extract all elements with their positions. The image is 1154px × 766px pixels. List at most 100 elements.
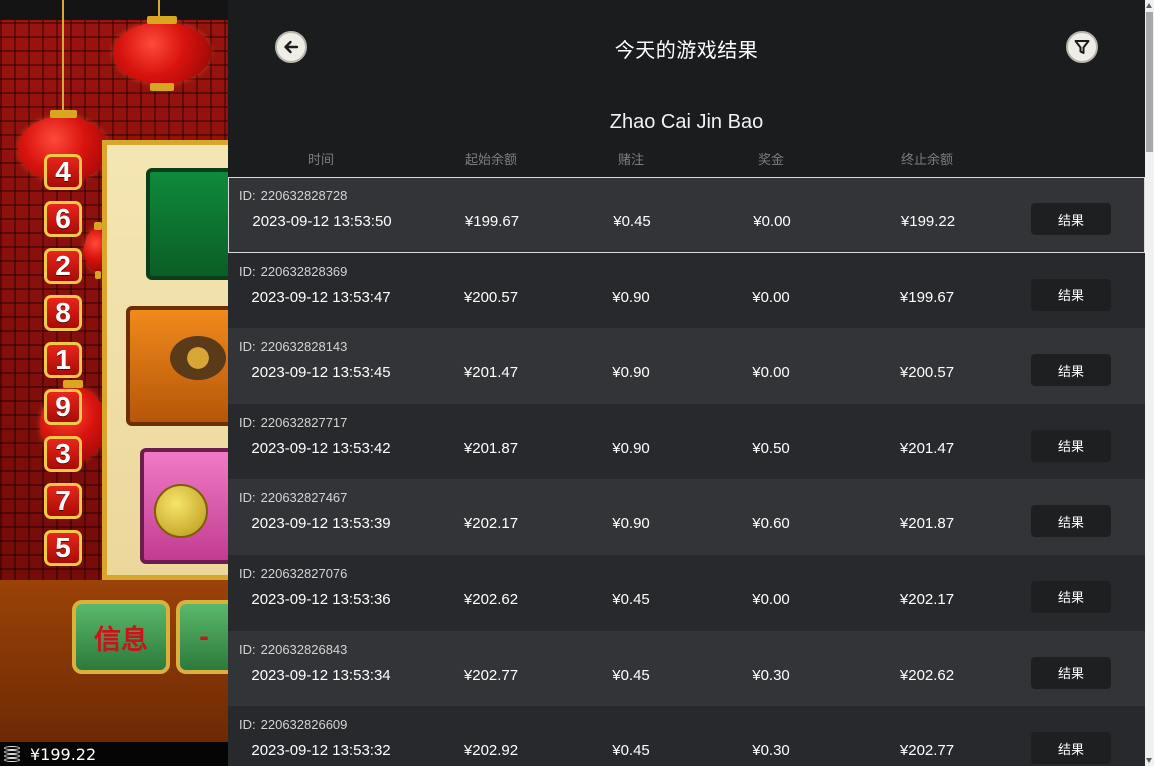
payline-number: 3 (44, 436, 82, 472)
column-headers: 时间 起始余额 赌注 奖金 终止余额 (228, 146, 1145, 168)
cell-time: 2023-09-12 13:53:32 (251, 742, 391, 760)
result-row[interactable]: ID: 220632827467 2023-09-12 13:53:39 ¥202.1… (228, 479, 1145, 555)
round-id-value: 220632827076 (260, 565, 348, 581)
cell-start: ¥199.67 (464, 213, 520, 230)
scroll-down-icon[interactable] (1146, 758, 1152, 763)
payline-number: 4 (44, 154, 82, 190)
result-row[interactable]: ID: 220632827717 2023-09-12 13:53:42 ¥201.8… (228, 403, 1145, 480)
round-id-label: ID: (239, 188, 256, 203)
round-id-label: ID: (239, 717, 256, 733)
result-row[interactable]: ID: 220632827076 2023-09-12 13:53:36 ¥202.6… (228, 554, 1145, 631)
cell-start: ¥201.47 (463, 364, 519, 382)
round-id-label: ID: (239, 339, 256, 355)
result-button[interactable]: 结果 (1031, 429, 1111, 462)
cell-start: ¥200.57 (463, 288, 519, 306)
result-row[interactable]: ID: 220632828369 2023-09-12 13:53:47 ¥200.5… (228, 252, 1145, 329)
cell-start: ¥202.77 (463, 666, 519, 684)
cell-start: ¥202.17 (463, 515, 519, 533)
round-id-value: 220632828728 (260, 188, 348, 203)
cell-bet: ¥0.45 (612, 590, 650, 608)
payline-numbers: 4 6 2 8 1 9 3 7 5 (44, 154, 84, 577)
cell-win: ¥0.50 (752, 439, 790, 457)
cell-start: ¥202.92 (463, 742, 519, 760)
info-button[interactable]: 信息 (72, 600, 170, 674)
round-id: ID: 220632827717 (239, 415, 347, 430)
result-row[interactable]: ID: 220632826843 2023-09-12 13:53:34 ¥202.7… (228, 630, 1145, 707)
cell-end: ¥201.87 (899, 515, 955, 533)
scrollbar[interactable] (1145, 0, 1154, 766)
lantern-decoration (113, 16, 211, 91)
result-button[interactable]: 结果 (1031, 732, 1111, 765)
round-id: ID: 220632827467 (239, 490, 347, 505)
scroll-thumb[interactable] (1146, 12, 1153, 152)
round-id-label: ID: (239, 263, 256, 279)
cell-win: ¥0.30 (752, 742, 790, 760)
cell-end: ¥202.17 (899, 590, 955, 608)
payline-number: 9 (44, 389, 82, 425)
round-id: ID: 220632826843 (239, 642, 347, 657)
result-button[interactable]: 结果 (1031, 505, 1111, 538)
cell-start: ¥202.62 (463, 590, 519, 608)
result-button[interactable]: 结果 (1031, 656, 1111, 689)
results-header: 今天的游戏结果 (228, 0, 1145, 94)
cell-win: ¥0.30 (752, 666, 790, 684)
cell-time: 2023-09-12 13:53:39 (251, 515, 391, 533)
round-id-value: 220632828369 (260, 263, 348, 279)
round-id-value: 220632826843 (260, 641, 348, 657)
screen: 4 6 2 8 1 9 3 7 5 信息 - ¥199.22 今天的游戏结果 Z… (0, 0, 1154, 766)
cell-end: ¥200.57 (899, 364, 955, 382)
cell-win: ¥0.00 (752, 590, 790, 608)
round-id-label: ID: (239, 565, 256, 581)
cell-end: ¥202.77 (899, 742, 955, 760)
round-id: ID: 220632828143 (239, 339, 347, 354)
top-strip (0, 0, 228, 20)
balance-bar: ¥199.22 (0, 742, 228, 766)
cell-win: ¥0.00 (753, 213, 791, 230)
column-header-end-balance: 终止余额 (900, 153, 954, 168)
payline-number: 2 (44, 248, 82, 284)
cell-time: 2023-09-12 13:53:42 (251, 439, 391, 457)
coin-symbol (154, 484, 208, 538)
cell-time: 2023-09-12 13:53:45 (251, 364, 391, 382)
game-name: Zhao Cai Jin Bao (609, 111, 764, 133)
cell-bet: ¥0.45 (612, 666, 650, 684)
cell-win: ¥0.60 (752, 515, 790, 533)
coins-stack-icon (2, 745, 24, 763)
round-id-label: ID: (239, 414, 256, 430)
cell-time: 2023-09-12 13:53:50 (252, 213, 392, 230)
cell-bet: ¥0.90 (612, 439, 650, 457)
scroll-up-icon[interactable] (1146, 3, 1152, 8)
result-button[interactable]: 结果 (1031, 278, 1111, 311)
cell-bet: ¥0.90 (612, 288, 650, 306)
result-button[interactable]: 结果 (1031, 203, 1111, 235)
column-header-bet: 赌注 (617, 153, 645, 168)
cell-bet: ¥0.45 (612, 742, 650, 760)
nest-symbol (170, 336, 226, 380)
balance-value: ¥199.22 (30, 744, 97, 764)
minus-button[interactable]: - (176, 600, 228, 674)
lantern-string (62, 0, 64, 118)
round-id-value: 220632828143 (260, 339, 348, 355)
result-row[interactable]: ID: 220632828143 2023-09-12 13:53:45 ¥201.4… (228, 328, 1145, 404)
payline-number: 1 (44, 342, 82, 378)
result-row[interactable]: ID: 220632828728 2023-09-12 13:53:50 ¥199.6… (228, 177, 1145, 253)
cell-bet: ¥0.90 (612, 515, 650, 533)
round-id-label: ID: (239, 490, 256, 506)
payline-number: 8 (44, 295, 82, 331)
round-id-label: ID: (239, 641, 256, 657)
cell-time: 2023-09-12 13:53:36 (251, 590, 391, 608)
round-id: ID: 220632826609 (239, 717, 347, 732)
payline-number: 5 (44, 530, 82, 566)
green-symbol (146, 168, 228, 280)
round-id-value: 220632826609 (260, 717, 348, 733)
cell-start: ¥201.87 (463, 439, 519, 457)
round-id-value: 220632827467 (260, 490, 348, 506)
result-row[interactable]: ID: 220632826609 2023-09-12 13:53:32 ¥202.9… (228, 706, 1145, 766)
column-header-start-balance: 起始余额 (464, 153, 518, 168)
result-button[interactable]: 结果 (1031, 354, 1111, 387)
filter-button[interactable] (1066, 31, 1098, 63)
filter-funnel-icon (1074, 40, 1090, 54)
round-id: ID: 220632828369 (239, 264, 347, 279)
cell-time: 2023-09-12 13:53:47 (251, 288, 391, 306)
result-button[interactable]: 结果 (1031, 580, 1111, 613)
